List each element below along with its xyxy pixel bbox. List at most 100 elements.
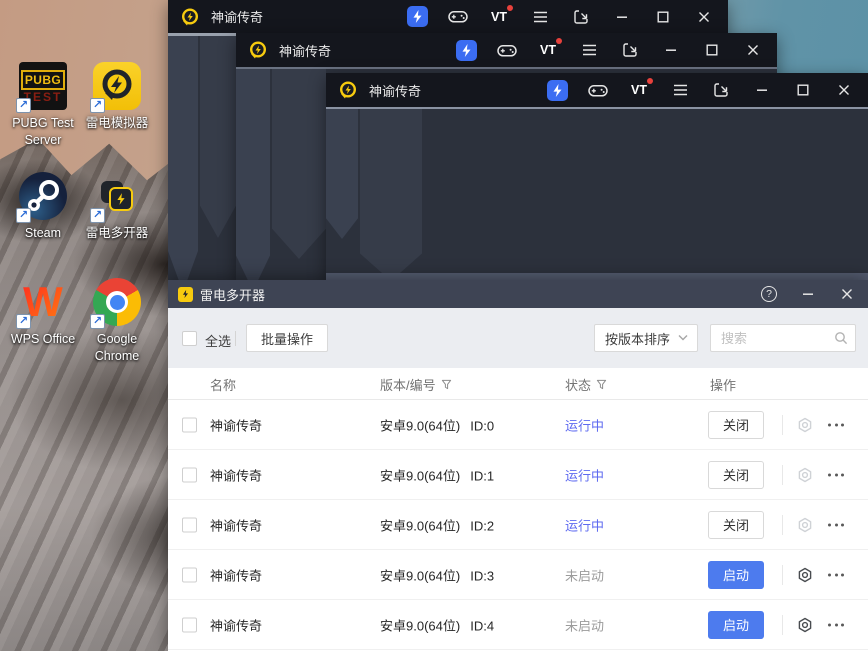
vt-notification-dot	[556, 38, 562, 44]
settings-gear-icon[interactable]	[797, 417, 813, 433]
table-row: 神谕传奇 安卓9.0(64位) ID:0 运行中 关闭	[168, 400, 868, 450]
start-instance-button[interactable]: 启动	[708, 610, 764, 639]
header-status-label: 状态	[565, 377, 592, 393]
instance-status: 运行中	[565, 518, 605, 533]
row-checkbox[interactable]	[182, 467, 197, 482]
minimize-button[interactable]	[611, 6, 633, 28]
more-options-button[interactable]	[826, 419, 846, 430]
desktop-icon-steam[interactable]: ↗ Steam	[3, 172, 83, 242]
screenshot-icon[interactable]	[619, 39, 641, 61]
emulator-titlebar[interactable]: 神谕传奇 VT	[326, 73, 868, 107]
desktop-icon-pubg-test-server[interactable]: PUBG TEST ↗ PUBG Test Server	[3, 62, 83, 149]
desktop-icon-label: PUBG Test Server	[12, 116, 74, 147]
select-all-label: 全选	[205, 334, 232, 349]
row-divider	[782, 514, 783, 535]
row-divider	[782, 614, 783, 635]
wps-icon: W ↗	[16, 278, 67, 329]
desktop-icon-label: 雷电模拟器	[85, 116, 149, 130]
instance-id: ID:4	[470, 618, 495, 633]
multiplayer-titlebar[interactable]: 雷电多开器 ?	[168, 280, 868, 308]
sort-dropdown[interactable]: 按版本排序	[594, 324, 698, 352]
close-button[interactable]	[742, 39, 764, 61]
row-checkbox[interactable]	[182, 567, 197, 582]
minimize-button[interactable]	[660, 39, 682, 61]
more-options-button[interactable]	[826, 519, 846, 530]
gamepad-icon[interactable]	[587, 79, 609, 101]
settings-gear-icon[interactable]	[797, 467, 813, 483]
shortcut-arrow-icon: ↗	[16, 314, 31, 329]
help-button[interactable]: ?	[760, 285, 778, 303]
minimize-button[interactable]	[799, 285, 817, 303]
maximize-button[interactable]	[652, 6, 674, 28]
loading-blade-decoration	[272, 69, 326, 259]
menu-icon[interactable]	[669, 79, 691, 101]
boost-icon[interactable]	[407, 6, 428, 27]
maximize-button[interactable]	[701, 39, 723, 61]
filter-icon[interactable]	[441, 379, 452, 390]
row-divider	[782, 564, 783, 585]
boost-icon[interactable]	[456, 39, 477, 61]
row-checkbox[interactable]	[182, 417, 197, 432]
instance-status: 运行中	[565, 418, 605, 433]
row-checkbox[interactable]	[182, 617, 197, 632]
gamepad-icon[interactable]	[496, 39, 518, 61]
multiplayer-window: 雷电多开器 ? 全选 批量操作 按版本排序 搜索 名称 版本/编号 状态 操作 …	[168, 280, 868, 651]
sort-dropdown-value: 按版本排序	[605, 331, 671, 347]
loading-blade-decoration	[236, 69, 270, 280]
more-options-button[interactable]	[826, 469, 846, 480]
batch-operations-button[interactable]: 批量操作	[246, 324, 329, 352]
minimize-button[interactable]	[751, 79, 773, 101]
toolbar-divider	[235, 331, 236, 346]
instance-id: ID:0	[470, 418, 495, 433]
close-button[interactable]	[838, 285, 856, 303]
desktop-icon-ld-multiplayer[interactable]: ↗ 雷电多开器	[77, 172, 157, 242]
row-checkbox[interactable]	[182, 517, 197, 532]
shortcut-arrow-icon: ↗	[16, 208, 31, 223]
screenshot-icon[interactable]	[570, 6, 592, 28]
desktop-icon-label: Steam	[24, 226, 62, 240]
select-all-checkbox[interactable]	[182, 331, 197, 346]
screenshot-icon[interactable]	[710, 79, 732, 101]
vt-indicator[interactable]: VT	[537, 38, 562, 61]
header-status: 状态	[565, 368, 607, 400]
vt-notification-dot	[507, 4, 513, 11]
emulator-window-3: 神谕传奇 VT	[326, 73, 868, 280]
vt-notification-dot	[647, 78, 653, 84]
more-options-button[interactable]	[826, 569, 846, 580]
vt-indicator[interactable]: VT	[628, 78, 653, 101]
chrome-icon: ↗	[90, 278, 141, 329]
close-instance-button[interactable]: 关闭	[708, 410, 764, 439]
filter-icon[interactable]	[596, 379, 607, 390]
ldplayer-logo-icon	[248, 40, 268, 60]
emulator-screen[interactable]	[326, 107, 868, 280]
close-button[interactable]	[833, 79, 855, 101]
more-options-button[interactable]	[826, 619, 846, 630]
table-row: 神谕传奇 安卓9.0(64位) ID:4 未启动 启动	[168, 600, 868, 650]
emulator-titlebar[interactable]: 神谕传奇 VT	[168, 0, 728, 33]
menu-icon[interactable]	[529, 6, 551, 28]
desktop-icon-wps-office[interactable]: W ↗ WPS Office	[3, 278, 83, 348]
instance-version: 安卓9.0(64位) ID:4	[380, 618, 495, 633]
emulator-titlebar[interactable]: 神谕传奇 VT	[236, 33, 777, 67]
boost-icon[interactable]	[547, 79, 568, 101]
instance-version: 安卓9.0(64位) ID:2	[380, 518, 495, 533]
menu-icon[interactable]	[578, 39, 600, 61]
instance-name: 神谕传奇	[210, 618, 263, 633]
settings-gear-icon[interactable]	[797, 617, 813, 633]
desktop-icon-google-chrome[interactable]: ↗ Google Chrome	[77, 278, 157, 365]
header-version-label: 版本/编号	[380, 377, 436, 393]
window-title: 神谕传奇	[279, 43, 332, 59]
vt-indicator[interactable]: VT	[488, 4, 513, 28]
instance-name: 神谕传奇	[210, 468, 263, 483]
settings-gear-icon[interactable]	[797, 517, 813, 533]
close-instance-button[interactable]: 关闭	[708, 510, 764, 539]
settings-gear-icon[interactable]	[797, 567, 813, 583]
shortcut-arrow-icon: ↗	[90, 314, 105, 329]
desktop-icon-ldplayer[interactable]: ↗ 雷电模拟器	[77, 62, 157, 132]
close-button[interactable]	[693, 6, 715, 28]
close-instance-button[interactable]: 关闭	[708, 460, 764, 489]
maximize-button[interactable]	[792, 79, 814, 101]
start-instance-button[interactable]: 启动	[708, 560, 764, 589]
gamepad-icon[interactable]	[447, 6, 469, 28]
vt-label: VT	[540, 43, 556, 57]
